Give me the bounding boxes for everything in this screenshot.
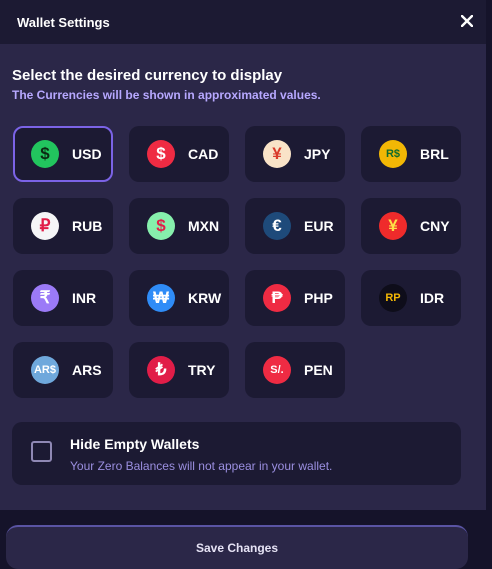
currency-option-ars[interactable]: AR$ ARS bbox=[13, 342, 113, 398]
currency-option-krw[interactable]: ₩ KRW bbox=[129, 270, 229, 326]
inr-icon: ₹ bbox=[31, 284, 59, 312]
currency-option-mxn[interactable]: $ MXN bbox=[129, 198, 229, 254]
close-icon bbox=[461, 15, 473, 27]
currency-code: EUR bbox=[304, 218, 334, 234]
currency-option-idr[interactable]: RP IDR bbox=[361, 270, 461, 326]
mxn-icon: $ bbox=[147, 212, 175, 240]
currency-code: MXN bbox=[188, 218, 220, 234]
hide-empty-wallets-description: Your Zero Balances will not appear in yo… bbox=[70, 459, 333, 473]
hide-empty-wallets-label: Hide Empty Wallets bbox=[70, 436, 200, 452]
currency-code: IDR bbox=[420, 290, 445, 306]
php-icon: ₱ bbox=[263, 284, 291, 312]
rub-icon: ₽ bbox=[31, 212, 59, 240]
currency-code: ARS bbox=[72, 362, 102, 378]
close-button[interactable] bbox=[459, 13, 475, 29]
currency-option-cad[interactable]: $ CAD bbox=[129, 126, 229, 182]
currency-option-cny[interactable]: ¥ CNY bbox=[361, 198, 461, 254]
save-changes-button[interactable]: Save Changes bbox=[6, 525, 468, 569]
currency-code: INR bbox=[72, 290, 97, 306]
modal-header: Wallet Settings bbox=[0, 0, 486, 44]
currency-option-try[interactable]: ₺ TRY bbox=[129, 342, 229, 398]
krw-icon: ₩ bbox=[147, 284, 175, 312]
currency-option-inr[interactable]: ₹ INR bbox=[13, 270, 113, 326]
currency-option-eur[interactable]: € EUR bbox=[245, 198, 345, 254]
jpy-icon: ¥ bbox=[263, 140, 291, 168]
currency-code: RUB bbox=[72, 218, 103, 234]
eur-icon: € bbox=[263, 212, 291, 240]
idr-icon: RP bbox=[379, 284, 407, 312]
currency-code: TRY bbox=[188, 362, 216, 378]
currency-code: CNY bbox=[420, 218, 450, 234]
pen-icon: S/. bbox=[263, 356, 291, 384]
cad-icon: $ bbox=[147, 140, 175, 168]
currency-heading: Select the desired currency to display bbox=[12, 67, 283, 84]
currency-option-rub[interactable]: ₽ RUB bbox=[13, 198, 113, 254]
hide-empty-wallets-option[interactable]: Hide Empty Wallets Your Zero Balances wi… bbox=[12, 422, 461, 485]
currency-option-php[interactable]: ₱ PHP bbox=[245, 270, 345, 326]
currency-subheading: The Currencies will be shown in approxim… bbox=[12, 88, 321, 102]
currency-code: KRW bbox=[188, 290, 222, 306]
wallet-settings-modal: Wallet Settings Select the desired curre… bbox=[0, 0, 486, 510]
currency-code: JPY bbox=[304, 146, 331, 162]
currency-code: PEN bbox=[304, 362, 333, 378]
currency-code: PHP bbox=[304, 290, 333, 306]
currency-option-brl[interactable]: R$ BRL bbox=[361, 126, 461, 182]
brl-icon: R$ bbox=[379, 140, 407, 168]
currency-option-pen[interactable]: S/. PEN bbox=[245, 342, 345, 398]
try-icon: ₺ bbox=[147, 356, 175, 384]
hide-empty-wallets-checkbox[interactable] bbox=[31, 441, 52, 462]
currency-option-usd[interactable]: $ USD bbox=[13, 126, 113, 182]
ars-icon: AR$ bbox=[31, 356, 59, 384]
currency-code: USD bbox=[72, 146, 102, 162]
cny-icon: ¥ bbox=[379, 212, 407, 240]
usd-icon: $ bbox=[31, 140, 59, 168]
currency-code: CAD bbox=[188, 146, 219, 162]
currency-option-jpy[interactable]: ¥ JPY bbox=[245, 126, 345, 182]
modal-title: Wallet Settings bbox=[17, 15, 110, 30]
currency-code: BRL bbox=[420, 146, 449, 162]
